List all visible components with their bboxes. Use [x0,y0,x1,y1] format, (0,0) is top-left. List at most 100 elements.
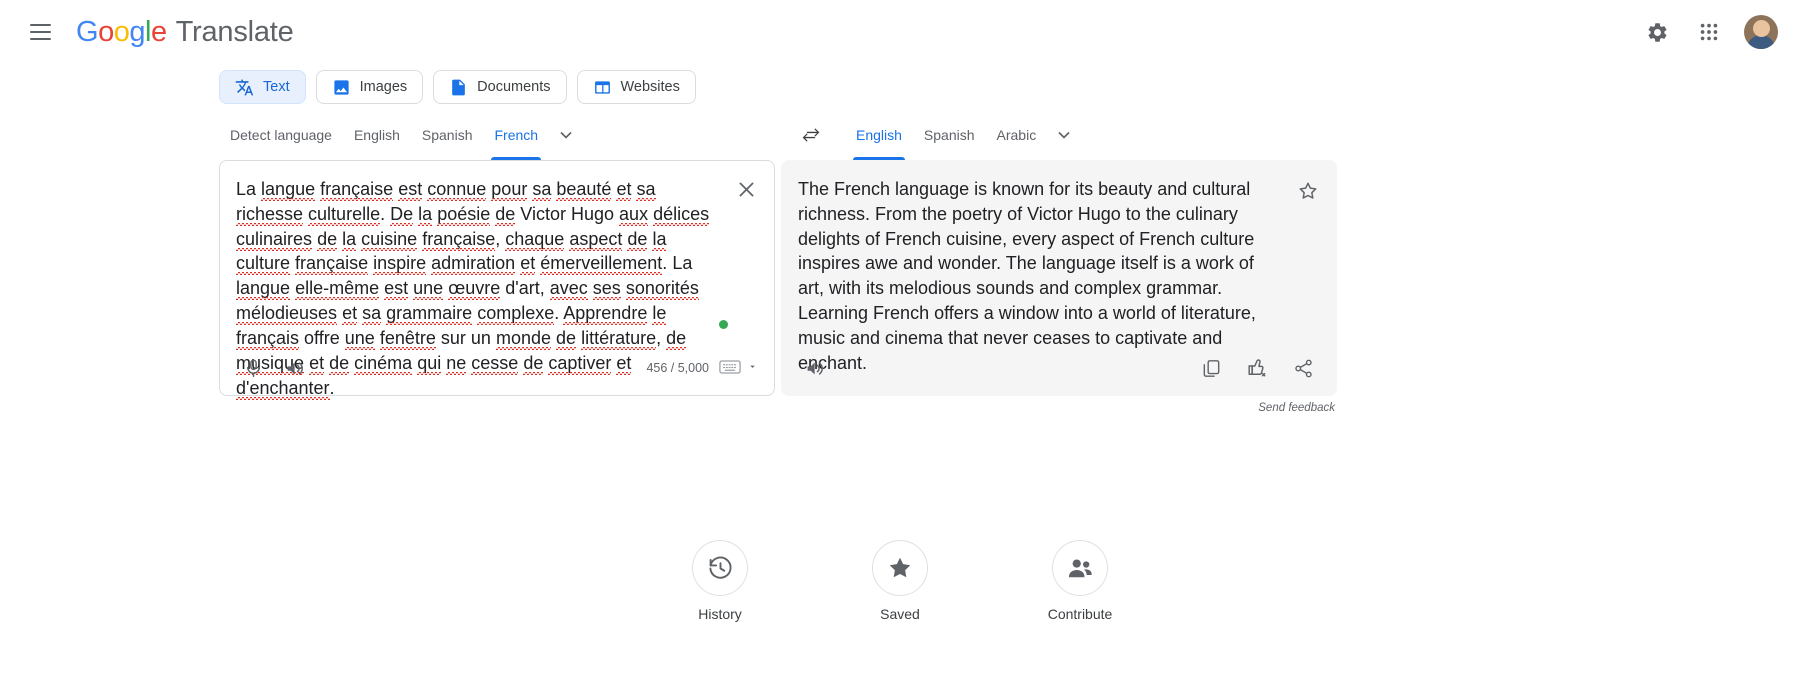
source-word: complexe [477,303,554,323]
source-word: elle-même [295,278,379,298]
source-counter-area: 456 / 5,000 [646,359,762,378]
source-panel: Detect language English Spanish French L… [219,118,775,414]
lang-label: Spanish [422,127,473,143]
lang-label: Detect language [230,127,332,143]
source-word: sa [362,303,381,323]
bottom-navigation: History Saved Contribute [0,540,1800,622]
source-word: œuvre [448,278,500,298]
keyboard-icon [719,359,741,378]
translate-text-icon [235,78,254,97]
bottom-nav-contribute[interactable]: Contribute [1020,540,1140,622]
source-lang-detect[interactable]: Detect language [219,118,343,152]
hamburger-menu-icon[interactable] [18,10,62,54]
source-word: aspect [569,229,622,249]
source-word: La [236,179,256,199]
source-word: ses [593,278,621,298]
apps-grid-icon[interactable] [1686,9,1732,55]
gear-icon[interactable] [1634,9,1680,55]
bottom-nav-label: Saved [880,606,920,622]
target-language-tabs: English Spanish Arabic [781,118,1337,152]
listening-status-dot [719,320,728,329]
source-word: est [384,278,408,298]
lang-label: Arabic [997,127,1037,143]
source-word: d'art [505,278,539,298]
target-lang-spanish[interactable]: Spanish [913,118,986,152]
copy-icon[interactable] [1190,347,1232,389]
source-toolbar: 456 / 5,000 [220,341,774,395]
star-filled-icon [872,540,928,596]
source-word: sa [636,179,655,199]
source-word: de [495,204,515,224]
tab-label: Documents [477,79,550,95]
source-word: la [342,229,356,249]
source-word: mélodieuses [236,303,337,323]
account-avatar[interactable] [1744,15,1778,49]
tab-label: Text [263,79,290,95]
source-word: culturelle [308,204,380,224]
people-icon [1052,540,1108,596]
brand-logo[interactable]: Google Translate [76,16,294,49]
source-word: beauté [556,179,611,199]
speaker-icon[interactable] [794,347,836,389]
keyboard-selector[interactable] [719,359,758,378]
source-text-box[interactable]: La langue française est connue pour sa b… [219,160,775,396]
share-icon[interactable] [1282,347,1324,389]
target-more-languages-chevron-down-icon[interactable] [1047,118,1081,152]
source-word: sonorités [626,278,699,298]
target-lang-arabic[interactable]: Arabic [986,118,1048,152]
bottom-nav-label: Contribute [1048,606,1113,622]
speaker-icon[interactable] [274,347,316,389]
rate-translation-icon[interactable] [1236,347,1278,389]
tab-text[interactable]: Text [219,70,306,104]
source-word: aux [619,204,648,224]
source-word: le [652,303,666,323]
source-word: De [390,204,413,224]
send-feedback-link[interactable]: Send feedback [781,402,1337,414]
source-word: langue [261,179,315,199]
source-more-languages-chevron-down-icon[interactable] [549,118,583,152]
bottom-nav-saved[interactable]: Saved [840,540,960,622]
tab-documents[interactable]: Documents [433,70,566,104]
source-word: admiration [431,253,515,273]
source-word: Apprendre [563,303,647,323]
image-icon [332,78,351,97]
target-text-box: The French language is known for its bea… [781,160,1337,396]
lang-label: English [354,127,400,143]
bottom-nav-history[interactable]: History [660,540,780,622]
source-word: richesse [236,204,303,224]
lang-label: Spanish [924,127,975,143]
history-clock-icon [692,540,748,596]
mode-tabs: Text Images Documents Websites [0,70,1800,104]
source-word: française [422,229,495,249]
source-word: inspire [373,253,426,273]
swap-languages-icon[interactable] [791,115,831,155]
close-icon[interactable] [726,169,766,209]
tab-websites[interactable]: Websites [577,70,696,104]
source-word: connue [427,179,486,199]
source-lang-french[interactable]: French [483,118,549,152]
target-panel: English Spanish Arabic The French langua… [781,118,1337,414]
source-word: culinaires [236,229,312,249]
source-word: de [627,229,647,249]
source-lang-spanish[interactable]: Spanish [411,118,484,152]
source-word: française [320,179,393,199]
tab-label: Images [360,79,408,95]
source-word: française [295,253,368,273]
source-word: émerveillement [540,253,662,273]
microphone-icon[interactable] [232,347,274,389]
source-word: et [616,179,631,199]
source-word: cuisine [361,229,417,249]
source-word: sa [532,179,551,199]
google-wordmark: Google [76,16,167,49]
star-outline-icon[interactable] [1288,171,1328,211]
source-word: la [418,204,432,224]
source-word: la [652,229,666,249]
source-word: Victor [520,204,566,224]
tab-images[interactable]: Images [316,70,424,104]
target-lang-english[interactable]: English [845,118,913,152]
source-lang-english[interactable]: English [343,118,411,152]
source-word: grammaire [386,303,472,323]
source-word: et [520,253,535,273]
source-word: chaque [505,229,564,249]
target-actions [1190,347,1324,389]
